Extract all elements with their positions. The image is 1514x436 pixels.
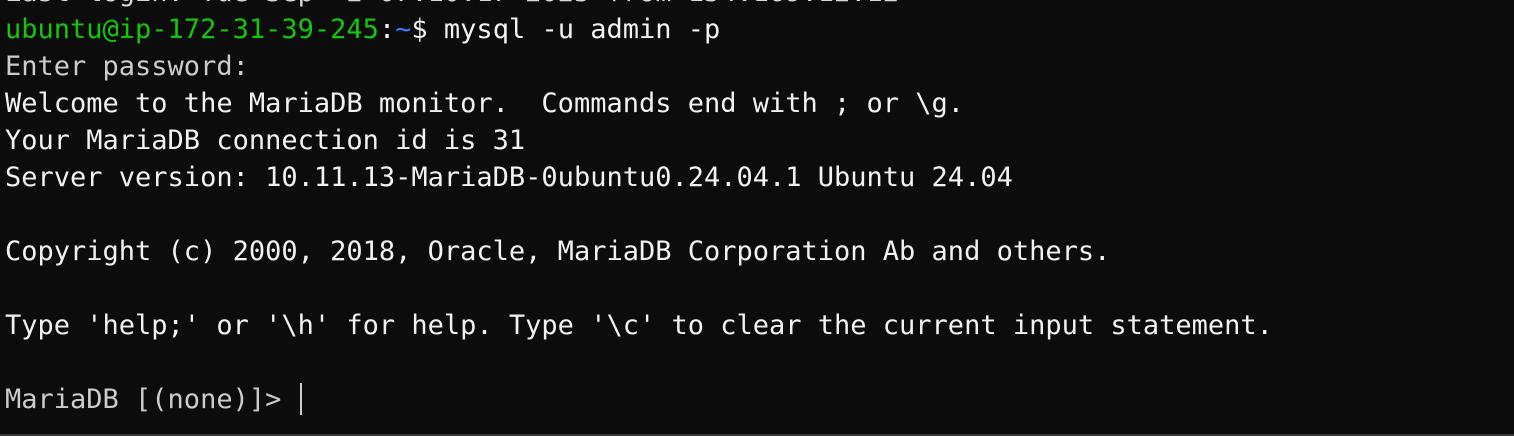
- copyright-line: Copyright (c) 2000, 2018, Oracle, MariaD…: [5, 236, 1111, 267]
- shell-command: mysql -u admin -p: [443, 14, 721, 45]
- enter-password-line: Enter password:: [5, 51, 249, 82]
- server-version-line: Server version: 10.11.13-MariaDB-0ubuntu…: [5, 162, 1013, 193]
- last-login-line: Last login: Tue Sep 2 07:10:17 2025 from…: [5, 0, 1514, 11]
- connection-id-line: Your MariaDB connection id is 31: [5, 125, 526, 156]
- terminal-window[interactable]: Last login: Tue Sep 2 07:10:17 2025 from…: [0, 0, 1514, 436]
- prompt-user-host: ubuntu@ip-172-31-39-245: [5, 14, 379, 45]
- mariadb-prompt-line[interactable]: MariaDB [(none)]>: [5, 381, 1514, 418]
- prompt-symbol: $: [411, 14, 444, 45]
- prompt-path: ~: [395, 14, 412, 45]
- prompt-separator: :: [378, 14, 396, 45]
- help-hint-line: Type 'help;' or '\h' for help. Type '\c'…: [5, 310, 1273, 341]
- text-cursor[interactable]: [299, 382, 302, 415]
- welcome-line: Welcome to the MariaDB monitor. Commands…: [5, 88, 965, 119]
- shell-prompt-line: ubuntu@ip-172-31-39-245:~$ mysql -u admi…: [5, 11, 1514, 48]
- mariadb-prompt: MariaDB [(none)]>: [5, 384, 298, 415]
